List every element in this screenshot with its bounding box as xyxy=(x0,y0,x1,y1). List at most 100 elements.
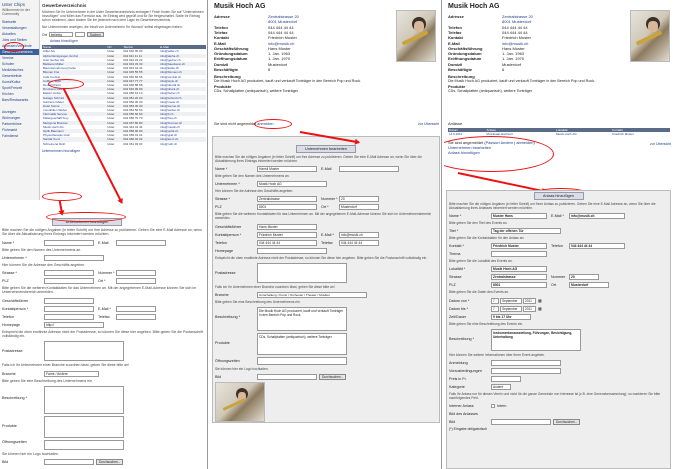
search-button[interactable]: Suchen xyxy=(86,32,104,38)
fax-input[interactable] xyxy=(116,313,156,320)
title-input[interactable]: Tag der offenen Tür xyxy=(491,228,561,235)
desc-textarea[interactable] xyxy=(44,385,124,414)
sort-select[interactable]: beliebig xyxy=(48,32,73,38)
email2-input[interactable]: info@musik.ch xyxy=(339,231,379,238)
contact-input[interactable] xyxy=(44,305,94,312)
year-select[interactable]: 2011 xyxy=(523,297,536,304)
time-input[interactable]: 9 bis 17 Uhr xyxy=(491,313,531,320)
price-input[interactable] xyxy=(491,375,521,382)
location-label: Lokalität * xyxy=(449,267,466,272)
name-input[interactable]: Muster Hans xyxy=(491,213,547,220)
street-input[interactable]: Zentralstrasse xyxy=(257,196,317,203)
registration-input[interactable] xyxy=(491,359,561,366)
gewerbeverzeichnis-panel: Uster Chips Willkommen in der Community … xyxy=(0,0,208,469)
overview-link[interactable]: zur Übersicht xyxy=(418,122,439,126)
filter-select[interactable] xyxy=(74,32,85,38)
homepage-input[interactable]: http:// xyxy=(44,321,104,328)
phone-label: Telefon xyxy=(215,240,227,245)
hours-textarea[interactable] xyxy=(257,356,347,365)
number-input[interactable]: 20 xyxy=(569,274,599,281)
day-select[interactable]: 7 xyxy=(491,305,499,312)
detail-value[interactable]: Zentralstrasse 20 xyxy=(502,14,533,19)
phone-input[interactable]: 044 444 44 44 xyxy=(257,239,317,246)
day-select[interactable]: 7 xyxy=(491,297,499,304)
image-input[interactable] xyxy=(44,459,94,466)
month-select[interactable]: September xyxy=(500,305,522,312)
table-cell[interactable]: Schreinerei Roth xyxy=(42,142,106,146)
city-input[interactable] xyxy=(116,278,156,285)
detail-value[interactable]: 8001 Musterdorf xyxy=(502,19,531,24)
desc-textarea[interactable]: Instrumentenausstellung, Führungen, Besi… xyxy=(491,328,581,351)
detail-value: Musterdorf xyxy=(268,61,288,67)
sidebar-item[interactable]: Fahrdienst xyxy=(0,133,39,139)
browse-button[interactable]: Durchsuchen... xyxy=(96,459,124,466)
phone-input[interactable]: 044 444 44 44 xyxy=(569,243,625,250)
prerequisites-input[interactable] xyxy=(491,367,561,374)
branch-label: Branche xyxy=(2,371,16,376)
month-select[interactable]: September xyxy=(500,297,522,304)
table-cell[interactable]: Musik Hoch AG xyxy=(555,132,611,136)
phone-input[interactable] xyxy=(44,313,94,320)
detail-value[interactable]: info@musik.ch xyxy=(502,41,528,46)
zip-input[interactable]: 8001 xyxy=(257,204,317,211)
fax-input[interactable]: 044 444 44 44 xyxy=(339,239,379,246)
city-input[interactable]: Musterdorf xyxy=(569,282,609,289)
company-input[interactable]: Musik Hoch AG xyxy=(257,181,327,188)
company-input[interactable] xyxy=(44,254,104,261)
email-input[interactable]: info@musik.ch xyxy=(569,213,625,220)
event-image-label: Bild des Anlasses xyxy=(449,411,478,416)
street-input[interactable]: Zentralstrasse xyxy=(491,274,547,281)
location-input[interactable]: Musik Hoch AG xyxy=(491,266,547,273)
street-label: Strasse * xyxy=(215,197,230,202)
add-company-link[interactable]: Unternehmen hinzufügen xyxy=(42,149,206,153)
internal-checkbox[interactable] xyxy=(491,403,495,408)
detail-value[interactable]: 8001 Musterdorf xyxy=(268,19,297,24)
logo-intro: Sie können hier ein Logo hochladen. xyxy=(215,366,269,371)
postal-textarea[interactable] xyxy=(257,262,347,283)
products-textarea[interactable] xyxy=(44,415,124,438)
calendar-icon[interactable]: ▦ xyxy=(538,298,542,303)
email-input[interactable] xyxy=(116,239,166,246)
detail-value[interactable]: Zentralstrasse 20 xyxy=(268,14,299,19)
branch-select[interactable]: Farne / Andere xyxy=(44,370,99,377)
city-input[interactable]: Musterdorf xyxy=(339,204,379,211)
image-input[interactable] xyxy=(257,373,317,380)
manager-input[interactable]: Hans Muster xyxy=(257,223,317,230)
phone-label: Telefon xyxy=(551,244,563,249)
overview-link[interactable]: zur Übersicht xyxy=(650,142,671,146)
number-input[interactable]: 20 xyxy=(339,196,379,203)
homepage-input[interactable] xyxy=(257,247,327,254)
contact-input[interactable]: Friedrich Muster xyxy=(491,243,547,250)
detail-label: Kontakt xyxy=(448,35,463,41)
postal-textarea[interactable] xyxy=(44,341,124,362)
add-anlass-link[interactable]: Anlass hinzufügen xyxy=(50,39,78,43)
table-cell[interactable]: Friedrich Muster xyxy=(611,132,670,136)
hours-textarea[interactable] xyxy=(44,439,124,450)
name-input[interactable]: Hansli Muster xyxy=(257,166,317,173)
name-input[interactable] xyxy=(44,239,94,246)
image-input[interactable] xyxy=(491,418,551,425)
browse-button[interactable]: Durchsuchen... xyxy=(553,418,581,425)
contact-input[interactable]: Friedrich Muster xyxy=(257,231,317,238)
manager-input[interactable] xyxy=(44,297,94,304)
branch-select[interactable]: Unterhaltung / Kunst / Orchester / Theat… xyxy=(257,291,367,298)
zip-input[interactable] xyxy=(44,278,94,285)
detail-value: 6 xyxy=(502,67,505,72)
detail-label: E-Mail xyxy=(214,40,226,46)
email-input[interactable] xyxy=(339,166,399,173)
zip-input[interactable]: 8001 xyxy=(491,282,547,289)
detail-value[interactable]: info@musik.ch xyxy=(268,41,294,46)
topic-input[interactable] xyxy=(491,251,547,258)
table-row[interactable]: Schreinerei Roth Uster 044 961 03 03 info@r… xyxy=(42,142,206,146)
desc-text: Die Musik Hoch AG produziert, kauft und … xyxy=(214,79,362,83)
year-select[interactable]: 2011 xyxy=(523,305,536,312)
calendar-icon[interactable]: ▦ xyxy=(538,306,542,311)
category-select[interactable]: Andere xyxy=(491,383,511,390)
desc-textarea[interactable]: Die Musik Hoch AG produziert, kauft und … xyxy=(257,306,347,331)
number-input[interactable] xyxy=(116,270,156,277)
street-input[interactable] xyxy=(44,270,94,277)
products-textarea[interactable]: CDs, Schallplatten (antiquarisch), weite… xyxy=(257,332,347,355)
browse-button[interactable]: Durchsuchen... xyxy=(319,373,347,380)
table-cell[interactable]: info@roth.ch xyxy=(159,142,206,146)
email2-input[interactable] xyxy=(116,305,156,312)
